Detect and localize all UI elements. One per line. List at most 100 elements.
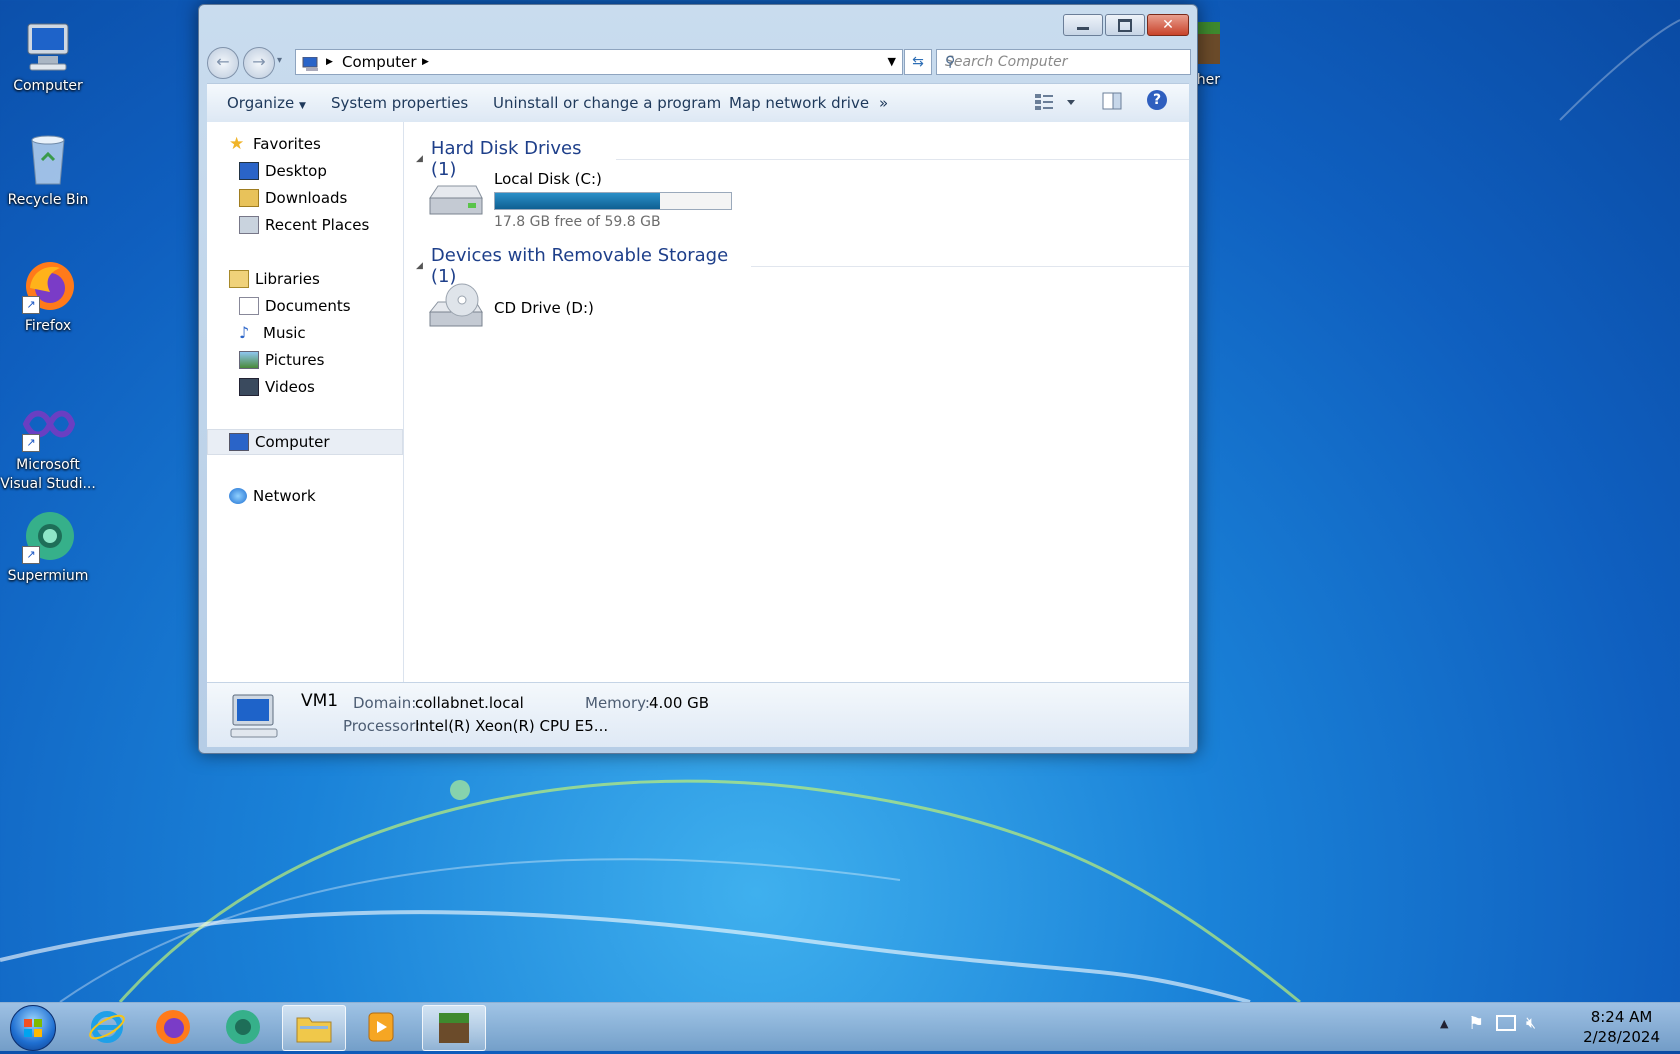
chevron-down-icon: ▼ bbox=[298, 101, 306, 111]
firefox-icon: ↗ bbox=[20, 258, 76, 314]
nav-videos[interactable]: Videos bbox=[239, 376, 315, 398]
recent-pages-dropdown[interactable]: ▾ bbox=[277, 55, 282, 66]
drive-d-name: CD Drive (D:) bbox=[494, 299, 594, 317]
drive-c-usage-bar bbox=[494, 192, 732, 210]
drive-item-d[interactable]: CD Drive (D:) bbox=[426, 282, 594, 334]
breadcrumb-separator-icon: ▶ bbox=[326, 57, 333, 67]
explorer-window[interactable]: ✕ ← → ▾ ▶ Computer ▶ ▼ ⇆ Search Computer… bbox=[198, 4, 1198, 754]
group-divider bbox=[751, 265, 1189, 267]
computer-icon bbox=[20, 18, 76, 74]
domain-label: Domain: bbox=[353, 694, 417, 712]
desktop-icon-label: Computer bbox=[13, 78, 83, 94]
drive-c-name: Local Disk (C:) bbox=[494, 170, 602, 188]
maximize-icon bbox=[1118, 18, 1132, 32]
drive-item-c[interactable]: Local Disk (C:) 17.8 GB free of 59.8 GB bbox=[426, 170, 732, 230]
breadcrumb-computer[interactable]: Computer bbox=[342, 50, 417, 74]
nav-network[interactable]: Network bbox=[229, 485, 316, 507]
minimize-icon bbox=[1077, 26, 1089, 30]
drive-c-free-space: 17.8 GB free of 59.8 GB bbox=[494, 214, 661, 230]
media-player-icon bbox=[368, 1012, 394, 1042]
folder-icon bbox=[296, 1017, 332, 1043]
computer-name: VM1 bbox=[301, 691, 339, 711]
minimize-button[interactable] bbox=[1063, 14, 1103, 36]
nav-downloads[interactable]: Downloads bbox=[239, 187, 347, 209]
refresh-button[interactable]: ⇆ bbox=[904, 49, 932, 75]
nav-documents[interactable]: Documents bbox=[239, 295, 351, 317]
shortcut-arrow-icon: ↗ bbox=[22, 434, 40, 452]
desktop-icon-computer[interactable]: Computer bbox=[0, 18, 96, 94]
taskbar-windows-explorer[interactable] bbox=[282, 1005, 346, 1051]
drive-c-usage-fill bbox=[495, 193, 661, 209]
desktop-icon-label: Microsoft Visual Studi... bbox=[0, 457, 96, 492]
nav-recent-places[interactable]: Recent Places bbox=[239, 214, 369, 236]
recycle-bin-icon bbox=[20, 132, 76, 188]
drive-c-info: Local Disk (C:) 17.8 GB free of 59.8 GB bbox=[494, 170, 732, 230]
internet-explorer-icon bbox=[89, 1011, 125, 1043]
nav-desktop-label: Desktop bbox=[265, 162, 327, 180]
cd-drive-icon bbox=[428, 283, 483, 327]
pictures-icon bbox=[239, 351, 259, 369]
nav-network-label: Network bbox=[253, 487, 316, 505]
computer-small-icon bbox=[229, 433, 249, 451]
network-status-icon[interactable] bbox=[1496, 1015, 1516, 1031]
organize-menu-button[interactable]: Organize ▼ bbox=[227, 84, 306, 125]
minecraft-block-icon bbox=[439, 1013, 469, 1043]
collapse-triangle-icon: ◢ bbox=[416, 261, 423, 271]
uninstall-program-button[interactable]: Uninstall or change a program bbox=[493, 84, 721, 122]
downloads-folder-icon bbox=[239, 189, 259, 207]
nav-desktop[interactable]: Desktop bbox=[239, 160, 327, 182]
nav-music[interactable]: ♪ Music bbox=[239, 322, 306, 344]
nav-pictures-label: Pictures bbox=[265, 351, 325, 369]
desktop-icon-label: Supermium bbox=[7, 568, 89, 584]
preview-pane-button[interactable] bbox=[1101, 90, 1123, 116]
group-divider bbox=[615, 158, 1189, 160]
breadcrumb-separator-icon[interactable]: ▶ bbox=[422, 50, 429, 74]
close-icon: ✕ bbox=[1162, 17, 1174, 33]
start-button[interactable] bbox=[10, 1005, 56, 1051]
navigation-pane: ★ Favorites Desktop Downloads Recent Pla… bbox=[207, 122, 404, 682]
taskbar-internet-explorer[interactable] bbox=[76, 1005, 138, 1049]
window-caption-buttons: ✕ bbox=[1063, 14, 1189, 36]
close-button[interactable]: ✕ bbox=[1147, 14, 1189, 36]
forward-button[interactable]: → bbox=[243, 47, 275, 79]
group-header-label: Devices with Removable Storage (1) bbox=[430, 245, 729, 287]
desktop-icon-supermium[interactable]: ↗ Supermium bbox=[0, 508, 96, 584]
file-list-pane: ◢ Hard Disk Drives (1) Local Disk (C:) 1… bbox=[404, 122, 1189, 682]
taskbar-minecraft[interactable] bbox=[422, 1005, 486, 1051]
volume-muted-icon[interactable]: 🔇︎ bbox=[1526, 1013, 1536, 1033]
desktop-icon-visual-studio[interactable]: ↗ Microsoft Visual Studi... bbox=[0, 396, 96, 494]
nav-pictures[interactable]: Pictures bbox=[239, 349, 324, 371]
help-icon: ? bbox=[1147, 90, 1167, 110]
nav-favorites[interactable]: ★ Favorites bbox=[229, 133, 321, 155]
nav-recent-label: Recent Places bbox=[265, 216, 370, 234]
network-globe-icon bbox=[229, 488, 247, 504]
help-button[interactable]: ? bbox=[1147, 90, 1167, 110]
clock-date: 2/28/2024 bbox=[1583, 1028, 1660, 1046]
music-icon: ♪ bbox=[239, 323, 250, 342]
more-commands-button[interactable]: » bbox=[879, 84, 888, 122]
nav-libraries[interactable]: Libraries bbox=[229, 268, 320, 290]
nav-computer[interactable]: Computer bbox=[229, 431, 330, 453]
taskbar-media-player[interactable] bbox=[350, 1005, 412, 1049]
show-hidden-icons-button[interactable]: ▲ bbox=[1440, 1017, 1448, 1030]
preview-pane-icon bbox=[1102, 92, 1122, 110]
address-dropdown-icon[interactable]: ▼ bbox=[888, 50, 896, 74]
search-icon[interactable]: ⚲ bbox=[945, 50, 1184, 74]
group-header-removable[interactable]: ◢ Devices with Removable Storage (1) bbox=[416, 245, 1189, 287]
action-center-flag-icon[interactable]: ⚑ bbox=[1468, 1013, 1484, 1034]
clock-time: 8:24 AM bbox=[1590, 1008, 1653, 1026]
maximize-button[interactable] bbox=[1105, 14, 1145, 36]
desktop-icon-recycle-bin[interactable]: Recycle Bin bbox=[0, 132, 96, 208]
taskbar-clock[interactable]: 8:24 AM 2/28/2024 bbox=[1583, 1007, 1660, 1047]
system-properties-button[interactable]: System properties bbox=[331, 84, 468, 122]
address-bar[interactable]: ▶ Computer ▶ ▼ bbox=[295, 49, 903, 75]
back-button[interactable]: ← bbox=[207, 47, 239, 79]
search-input[interactable]: Search Computer ⚲ bbox=[936, 49, 1191, 75]
taskbar-supermium[interactable] bbox=[212, 1005, 274, 1049]
desktop-icon-label: Recycle Bin bbox=[7, 192, 89, 208]
change-view-button[interactable] bbox=[1033, 90, 1077, 118]
map-network-drive-button[interactable]: Map network drive bbox=[729, 84, 869, 122]
visual-studio-icon: ↗ bbox=[20, 396, 76, 452]
taskbar-firefox[interactable] bbox=[142, 1005, 204, 1049]
desktop-icon-firefox[interactable]: ↗ Firefox bbox=[0, 258, 96, 334]
